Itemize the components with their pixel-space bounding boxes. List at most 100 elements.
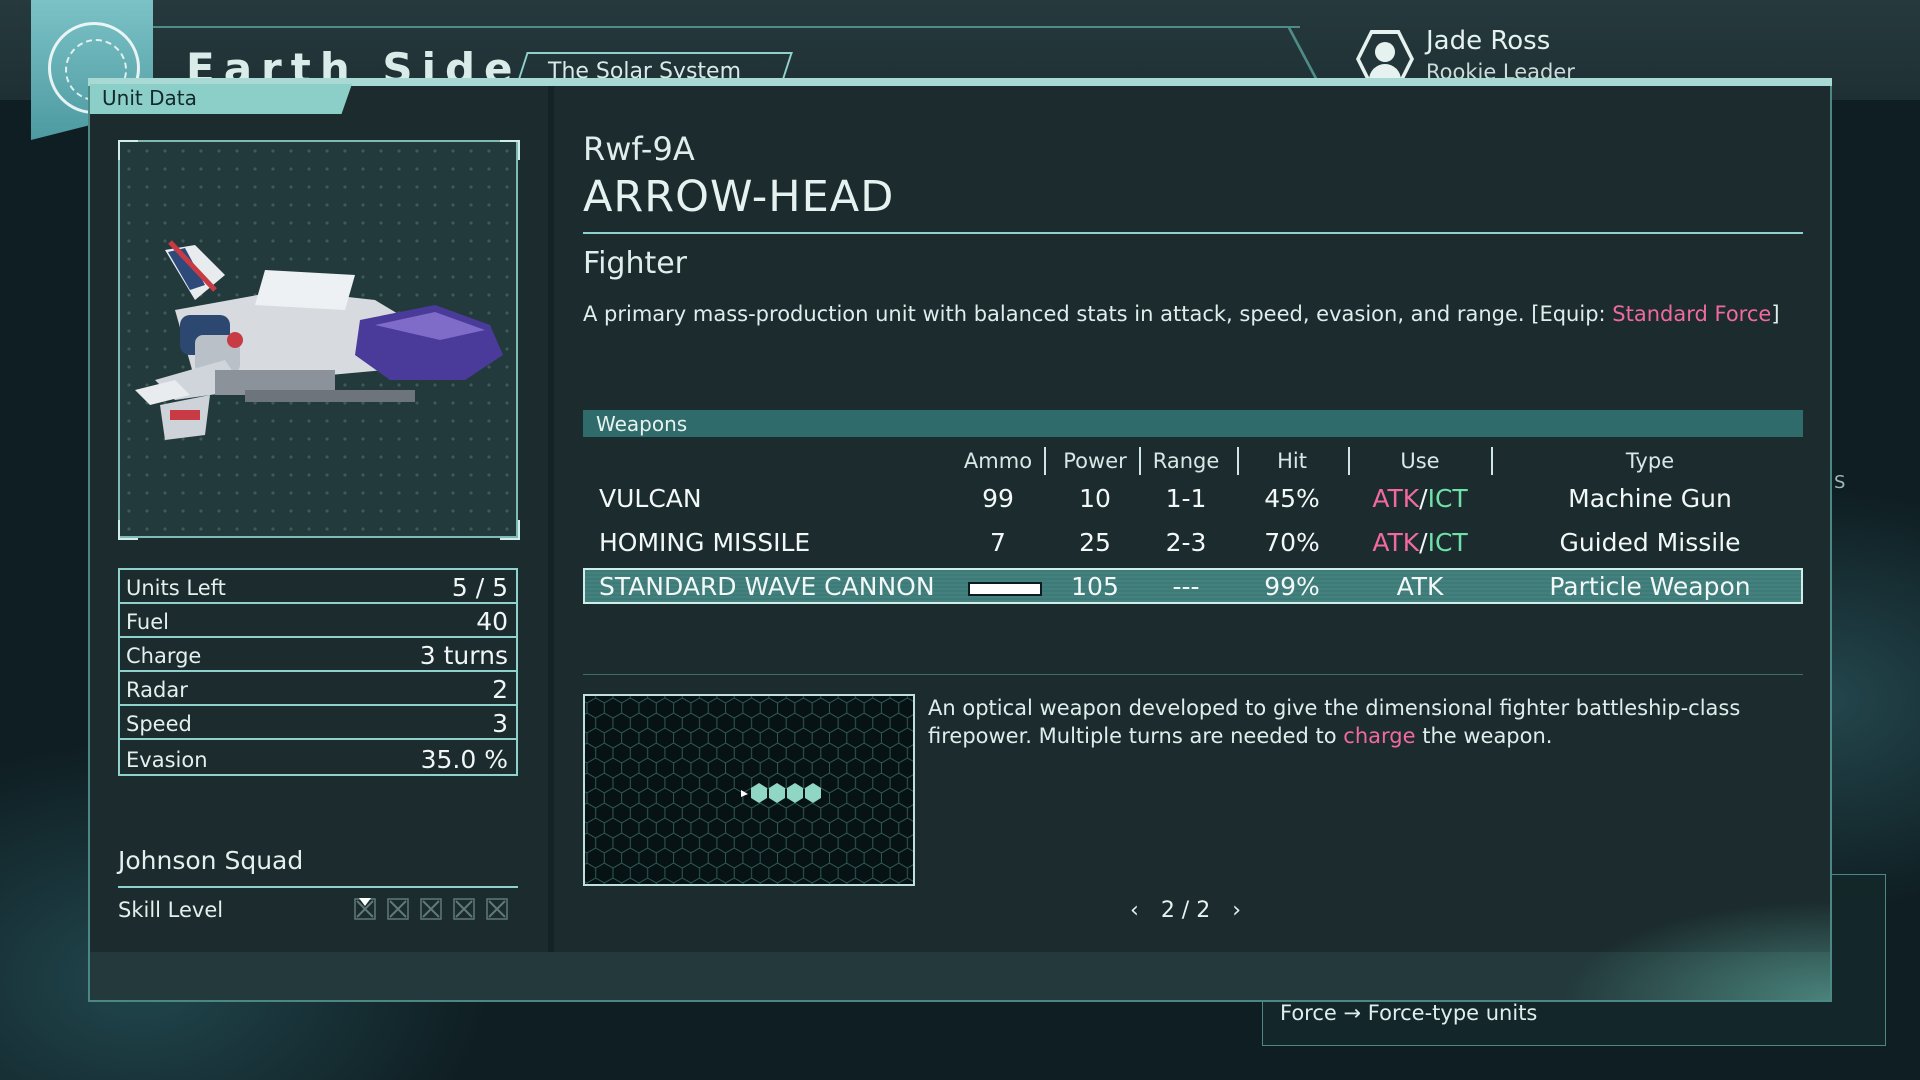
stat-label: Charge (126, 644, 202, 668)
weapon-range-preview (583, 694, 915, 886)
background-glyph: S (1834, 472, 1846, 493)
portrait-corner (500, 520, 520, 540)
charge-link[interactable]: charge (1343, 724, 1415, 748)
unit-description-end: ] (1771, 302, 1780, 326)
use-atk: ATK (1372, 484, 1420, 513)
col-header-ammo: Ammo (963, 449, 1033, 473)
weapon-power: 25 (1079, 528, 1111, 557)
skill-level-indicator (354, 898, 508, 920)
unit-model: Rwf-9A (583, 130, 695, 168)
pager: ‹ 2 / 2 › (1130, 898, 1241, 923)
weapon-description-end: the weapon. (1415, 724, 1553, 748)
panel-divider (548, 86, 554, 952)
portrait-corner (500, 140, 520, 160)
weapon-name: HOMING MISSILE (599, 528, 811, 557)
weapon-power: 10 (1079, 484, 1111, 513)
unit-data-tab-label: Unit Data (102, 86, 197, 110)
col-header-type: Type (1625, 449, 1675, 473)
player-name: Jade Ross (1426, 26, 1551, 56)
use-sep: / (1419, 528, 1428, 557)
unit-name-divider (583, 232, 1803, 234)
col-header-hit: Hit (1277, 449, 1307, 473)
squad-divider (118, 886, 518, 888)
weapon-ammo: 7 (990, 528, 1006, 557)
stat-value: 5 / 5 (451, 573, 508, 602)
arrow-head-ship-image (135, 240, 503, 440)
col-separator (1237, 447, 1239, 475)
stat-label: Radar (126, 678, 188, 702)
weapon-detail-divider (583, 674, 1803, 675)
weapon-row-standard-wave-cannon[interactable]: STANDARD WAVE CANNON 105 --- 99% ATK Par… (583, 568, 1803, 604)
squad-name: Johnson Squad (118, 846, 304, 875)
weapon-hit: 70% (1264, 528, 1320, 557)
unit-class: Fighter (583, 246, 688, 281)
stat-label: Units Left (126, 576, 226, 600)
col-header-power: Power (1063, 449, 1127, 473)
skill-star-filled-icon (354, 898, 376, 920)
weapon-use: ATK/ICT (1370, 484, 1470, 513)
stat-row: Speed 3 (120, 706, 516, 740)
stat-row: Evasion 35.0 % (120, 740, 516, 774)
use-atk: ATK (1372, 528, 1420, 557)
use-ict: ICT (1427, 484, 1468, 513)
stat-label: Speed (126, 712, 192, 736)
panel-corner-glow (1560, 900, 1830, 1000)
stat-value: 3 turns (419, 641, 508, 670)
unit-description-text: A primary mass-production unit with bala… (583, 302, 1613, 326)
weapon-description: An optical weapon developed to give the … (928, 694, 1808, 750)
weapon-name: STANDARD WAVE CANNON (599, 572, 935, 601)
stat-row: Radar 2 (120, 672, 516, 706)
stat-label: Fuel (126, 610, 169, 634)
weapon-description-text: An optical weapon developed to give the … (928, 696, 1741, 748)
skill-level-label: Skill Level (118, 898, 224, 922)
col-separator (1044, 447, 1046, 475)
weapon-type: Particle Weapon (1549, 572, 1751, 601)
hex-grid-image (585, 696, 913, 884)
top-bar-line (150, 26, 1300, 28)
avatar-icon-head (1375, 42, 1395, 62)
weapon-row-vulcan[interactable]: VULCAN 99 10 1-1 45% ATK/ICT Machine Gun (583, 480, 1803, 516)
unit-description: A primary mass-production unit with bala… (583, 302, 1780, 326)
weapon-row-homing-missile[interactable]: HOMING MISSILE 7 25 2-3 70% ATK/ICT Guid… (583, 524, 1803, 560)
weapon-hit: 99% (1264, 572, 1320, 601)
weapon-range: 2-3 (1165, 528, 1207, 557)
weapon-range: 1-1 (1165, 484, 1207, 513)
stat-label: Evasion (126, 748, 208, 772)
skill-star-empty-icon (420, 898, 442, 920)
weapons-header-bar (583, 410, 1803, 437)
stat-row: Charge 3 turns (120, 638, 516, 672)
col-separator (1139, 447, 1141, 475)
weapons-title: Weapons (596, 412, 688, 436)
ammo-gauge (968, 582, 1042, 596)
col-separator (1491, 447, 1493, 475)
pager-prev-icon[interactable]: ‹ (1130, 898, 1139, 923)
skill-star-empty-icon (387, 898, 409, 920)
col-header-use: Use (1400, 449, 1440, 473)
weapon-type: Guided Missile (1559, 528, 1741, 557)
stat-value: 35.0 % (420, 745, 508, 774)
stat-value: 3 (492, 709, 508, 738)
stat-row: Fuel 40 (120, 604, 516, 638)
equip-link[interactable]: Standard Force (1612, 302, 1771, 326)
col-separator (1348, 447, 1350, 475)
weapon-type: Machine Gun (1568, 484, 1732, 513)
portrait-corner (118, 520, 138, 540)
pager-next-icon[interactable]: › (1232, 898, 1241, 923)
use-sep: / (1419, 484, 1428, 513)
col-header-range: Range (1152, 449, 1220, 473)
use-ict: ICT (1427, 528, 1468, 557)
pager-label: 2 / 2 (1160, 898, 1211, 923)
unit-name: ARROW-HEAD (583, 172, 895, 222)
weapon-range: --- (1172, 572, 1200, 601)
unit-stats-table: Units Left 5 / 5 Fuel 40 Charge 3 turns Radar 2… (118, 568, 518, 776)
hint-text: Force → Force-type units (1280, 1001, 1538, 1025)
weapon-hit: 45% (1264, 484, 1320, 513)
weapon-name: VULCAN (599, 484, 702, 513)
stat-row: Units Left 5 / 5 (120, 570, 516, 604)
portrait-corner (118, 140, 138, 160)
weapon-use: ATK (1396, 572, 1444, 601)
weapon-power: 105 (1071, 572, 1119, 601)
weapon-ammo: 99 (982, 484, 1014, 513)
skill-star-empty-icon (453, 898, 475, 920)
stat-value: 40 (476, 607, 508, 636)
